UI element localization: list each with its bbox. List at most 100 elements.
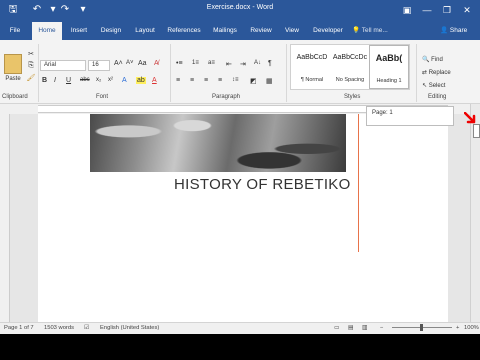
replace-button[interactable]: ⇄ Replace xyxy=(422,69,451,76)
tab-mailings[interactable]: Mailings xyxy=(208,22,242,40)
tab-file[interactable]: File xyxy=(4,22,26,40)
select-icon: ↖ xyxy=(422,83,429,89)
borders-icon[interactable]: ▦ xyxy=(266,77,273,85)
style-sample: AaBbCcD xyxy=(296,54,328,61)
red-arrow-icon xyxy=(464,112,476,124)
italic-button[interactable]: I xyxy=(54,77,56,84)
scrollbar-thumb[interactable] xyxy=(473,124,480,138)
proofing-icon[interactable]: ☑ xyxy=(84,325,89,331)
style-heading-1[interactable]: AaBb( Heading 1 xyxy=(369,45,409,89)
group-separator xyxy=(170,44,171,102)
superscript-button[interactable]: x² xyxy=(108,77,113,83)
zoom-slider-knob[interactable] xyxy=(420,324,423,331)
find-label: Find xyxy=(431,57,443,63)
subscript-button[interactable]: x₂ xyxy=(96,77,101,83)
close-button[interactable]: ✕ xyxy=(458,2,476,18)
tell-me-label: Tell me... xyxy=(361,27,388,34)
font-size-field[interactable]: 16 xyxy=(88,60,110,71)
font-name-field[interactable]: Arial xyxy=(40,60,86,71)
decrease-indent-icon[interactable]: ⇤ xyxy=(226,60,232,68)
print-layout-icon[interactable]: ▤ xyxy=(348,325,353,331)
clipboard-group-label: Clipboard xyxy=(2,94,28,100)
numbering-icon[interactable]: 1≡ xyxy=(192,60,199,66)
text-effects-icon[interactable]: A xyxy=(122,77,127,84)
web-layout-icon[interactable]: ▥ xyxy=(362,325,367,331)
grow-font-icon[interactable]: A˄ xyxy=(114,60,123,67)
justify-icon[interactable]: ≡ xyxy=(218,77,222,84)
replace-label: Replace xyxy=(428,70,451,76)
read-mode-icon[interactable]: ▭ xyxy=(334,325,339,331)
ribbon-tabs: File Home Insert Design Layout Reference… xyxy=(0,22,480,40)
zoom-level[interactable]: 100% xyxy=(464,325,479,331)
style-name: ¶ Normal xyxy=(300,77,324,83)
tab-design[interactable]: Design xyxy=(96,22,126,40)
minimize-button[interactable]: — xyxy=(418,2,436,18)
tab-home[interactable]: Home xyxy=(32,22,62,40)
find-button[interactable]: 🔍 Find xyxy=(422,56,443,63)
align-center-icon[interactable]: ≡ xyxy=(190,77,194,84)
clear-formatting-icon[interactable]: A̸ xyxy=(154,60,159,67)
change-case-icon[interactable]: Aa xyxy=(138,60,147,67)
cut-icon[interactable]: ✂ xyxy=(26,50,36,58)
page-tooltip: Page: 1 xyxy=(366,106,454,126)
editing-group-label: Editing xyxy=(428,94,447,100)
replace-icon: ⇄ xyxy=(422,70,429,76)
share-button[interactable]: 👤 Share xyxy=(440,22,467,40)
margin-marker-line xyxy=(358,114,359,252)
tab-references[interactable]: References xyxy=(164,22,204,40)
styles-gallery: AaBbCcD ¶ Normal AaBbCcDc No Spacing AaB… xyxy=(290,44,410,90)
bullets-icon[interactable]: •≡ xyxy=(176,60,183,67)
screen-border xyxy=(0,334,480,360)
align-left-icon[interactable]: ≡ xyxy=(176,77,180,84)
style-no-spacing[interactable]: AaBbCcDc No Spacing xyxy=(331,45,369,89)
show-formatting-icon[interactable]: ¶ xyxy=(268,60,272,67)
person-icon: 👤 xyxy=(440,27,450,34)
styles-group-label: Styles xyxy=(344,94,361,100)
increase-indent-icon[interactable]: ⇥ xyxy=(240,60,246,68)
language-indicator[interactable]: English (United States) xyxy=(100,325,159,331)
tab-layout[interactable]: Layout xyxy=(130,22,160,40)
page-count[interactable]: Page 1 of 7 xyxy=(4,325,34,331)
style-name: Heading 1 xyxy=(376,78,402,84)
zoom-out-icon[interactable]: − xyxy=(380,325,383,331)
font-color-icon[interactable]: A xyxy=(152,77,157,84)
style-name: No Spacing xyxy=(335,77,365,83)
title-bar: 🖫 ↶ ▾ ↷ ▾ Exercise.docx - Word ▣ — ❐ ✕ xyxy=(0,0,480,22)
format-painter-icon[interactable]: 🖌 xyxy=(26,74,36,82)
style-normal[interactable]: AaBbCcD ¶ Normal xyxy=(293,45,331,89)
strikethrough-button[interactable]: abc xyxy=(80,77,90,83)
shrink-font-icon[interactable]: A˅ xyxy=(126,60,134,66)
tab-insert[interactable]: Insert xyxy=(64,22,94,40)
sort-icon[interactable]: A↓ xyxy=(254,60,261,66)
bold-button[interactable]: B xyxy=(42,77,47,84)
document-photo[interactable] xyxy=(90,114,346,172)
group-separator xyxy=(416,44,417,102)
word-count[interactable]: 1503 words xyxy=(44,325,74,331)
tell-me-box[interactable]: 💡 Tell me... xyxy=(352,22,388,40)
line-spacing-icon[interactable]: ↕≡ xyxy=(232,77,239,83)
paste-button[interactable]: Paste xyxy=(2,76,24,82)
font-group-label: Font xyxy=(96,94,109,100)
share-label: Share xyxy=(449,27,468,34)
zoom-in-icon[interactable]: + xyxy=(456,325,459,331)
style-sample: AaBb( xyxy=(375,53,403,63)
vertical-ruler xyxy=(0,114,10,322)
tab-developer[interactable]: Developer xyxy=(308,22,348,40)
multilevel-list-icon[interactable]: a≡ xyxy=(208,60,215,66)
ribbon-display-options-button[interactable]: ▣ xyxy=(398,2,416,18)
clipboard-icon xyxy=(4,54,22,74)
word-window: 🖫 ↶ ▾ ↷ ▾ Exercise.docx - Word ▣ — ❐ ✕ F… xyxy=(0,0,480,360)
group-separator xyxy=(38,44,39,102)
select-button[interactable]: ↖ Select xyxy=(422,82,445,89)
shading-icon[interactable]: ◩ xyxy=(250,77,257,85)
select-label: Select xyxy=(428,83,446,89)
align-right-icon[interactable]: ≡ xyxy=(204,77,208,84)
underline-button[interactable]: U xyxy=(66,77,71,84)
group-separator xyxy=(286,44,287,102)
maximize-button[interactable]: ❐ xyxy=(438,2,456,18)
tab-review[interactable]: Review xyxy=(246,22,276,40)
copy-icon[interactable]: ⎘ xyxy=(26,62,36,70)
text-highlight-icon[interactable]: ab xyxy=(136,77,146,84)
tab-view[interactable]: View xyxy=(280,22,304,40)
document-heading[interactable]: HISTORY OF REBETIKO xyxy=(174,176,351,193)
